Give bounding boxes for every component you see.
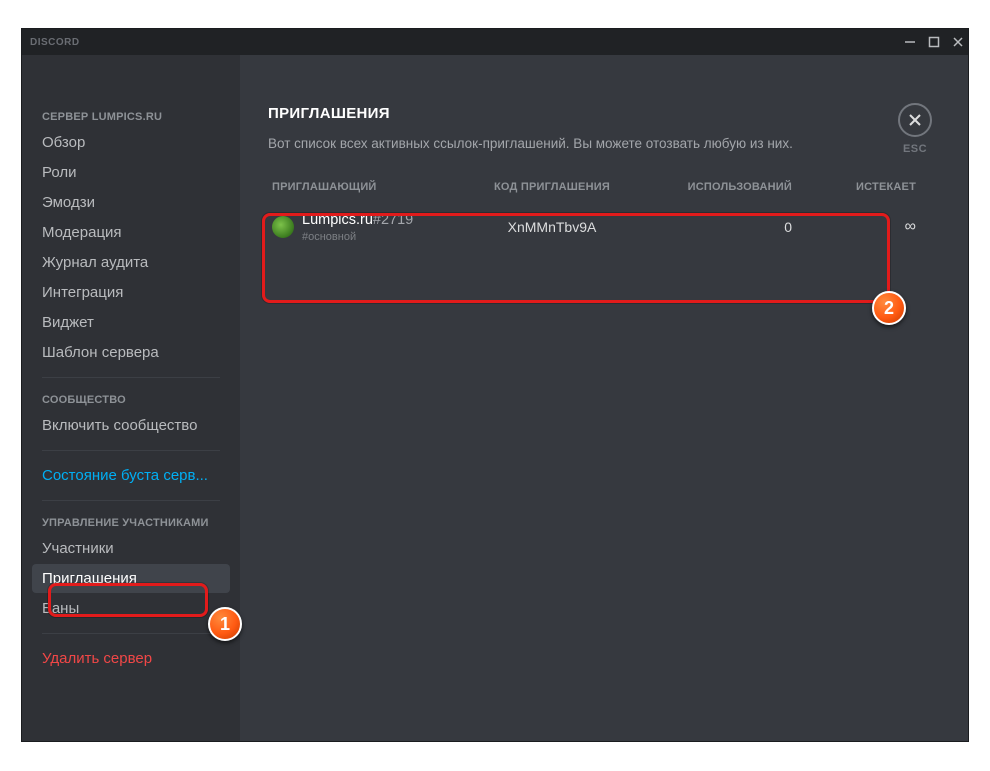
window-buttons — [904, 29, 964, 55]
sidebar-item-delete-server[interactable]: Удалить сервер — [32, 644, 230, 673]
inviter-name: Lumpics.ru — [302, 212, 373, 228]
sidebar-item-widget[interactable]: Виджет — [32, 308, 230, 337]
sidebar-header-members: УПРАВЛЕНИЕ УЧАСТНИКАМИ — [32, 511, 230, 533]
sidebar-item-overview[interactable]: Обзор — [32, 128, 230, 157]
sidebar-divider — [42, 500, 220, 501]
col-header-expires: ИСТЕКАЕТ — [792, 181, 924, 193]
sidebar-header-server: СЕРВЕР LUMPICS.RU — [32, 105, 230, 127]
sidebar-divider — [42, 633, 220, 634]
sidebar-item-invites[interactable]: Приглашения — [32, 564, 230, 593]
inviter-cell: Lumpics.ru#2719 #основной — [272, 211, 462, 243]
invites-table-header: ПРИГЛАШАЮЩИЙ КОД ПРИГЛАШЕНИЯ ИСПОЛЬЗОВАН… — [268, 175, 928, 203]
app-window: DISCORD СЕРВЕР LUMPICS.RU Обзор Роли Эмо… — [21, 28, 969, 742]
sidebar-item-integrations[interactable]: Интеграция — [32, 278, 230, 307]
page-description: Вот список всех активных ссылок-приглаше… — [268, 136, 928, 151]
sidebar-item-roles[interactable]: Роли — [32, 158, 230, 187]
sidebar-divider — [42, 450, 220, 451]
sidebar-item-boost-status[interactable]: Состояние буста серв... — [32, 461, 230, 490]
invite-uses: 0 — [642, 219, 792, 235]
sidebar-header-community: СООБЩЕСТВО — [32, 388, 230, 410]
settings-content: ESC ПРИГЛАШЕНИЯ Вот список всех активных… — [240, 55, 968, 741]
inviter-channel: #основной — [302, 231, 413, 243]
close-settings-button[interactable]: ESC — [898, 103, 932, 155]
sidebar-item-emoji[interactable]: Эмодзи — [32, 188, 230, 217]
maximize-button[interactable] — [928, 36, 940, 48]
sidebar-item-enable-community[interactable]: Включить сообщество — [32, 411, 230, 440]
invite-row[interactable]: Lumpics.ru#2719 #основной XnMMnTbv9A 0 ∞ — [268, 203, 928, 253]
app-name: DISCORD — [30, 37, 80, 48]
settings-sidebar: СЕРВЕР LUMPICS.RU Обзор Роли Эмодзи Моде… — [22, 55, 240, 741]
sidebar-item-moderation[interactable]: Модерация — [32, 218, 230, 247]
sidebar-item-bans[interactable]: Баны — [32, 594, 230, 623]
close-icon — [898, 103, 932, 137]
sidebar-item-template[interactable]: Шаблон сервера — [32, 338, 230, 367]
avatar — [272, 216, 294, 238]
sidebar-item-audit-log[interactable]: Журнал аудита — [32, 248, 230, 277]
minimize-button[interactable] — [904, 36, 916, 48]
esc-label: ESC — [903, 143, 927, 155]
invites-panel: ПРИГЛАШАЮЩИЙ КОД ПРИГЛАШЕНИЯ ИСПОЛЬЗОВАН… — [268, 175, 928, 253]
close-button[interactable] — [952, 36, 964, 48]
inviter-tag: #2719 — [373, 212, 413, 228]
invite-code: XnMMnTbv9A — [462, 219, 642, 235]
sidebar-item-members[interactable]: Участники — [32, 534, 230, 563]
col-header-inviter: ПРИГЛАШАЮЩИЙ — [272, 181, 462, 193]
page-title: ПРИГЛАШЕНИЯ — [268, 105, 928, 122]
col-header-uses: ИСПОЛЬЗОВАНИЙ — [642, 181, 792, 193]
invite-expires: ∞ — [792, 218, 924, 236]
col-header-code: КОД ПРИГЛАШЕНИЯ — [462, 181, 642, 193]
sidebar-divider — [42, 377, 220, 378]
titlebar: DISCORD — [22, 29, 968, 55]
